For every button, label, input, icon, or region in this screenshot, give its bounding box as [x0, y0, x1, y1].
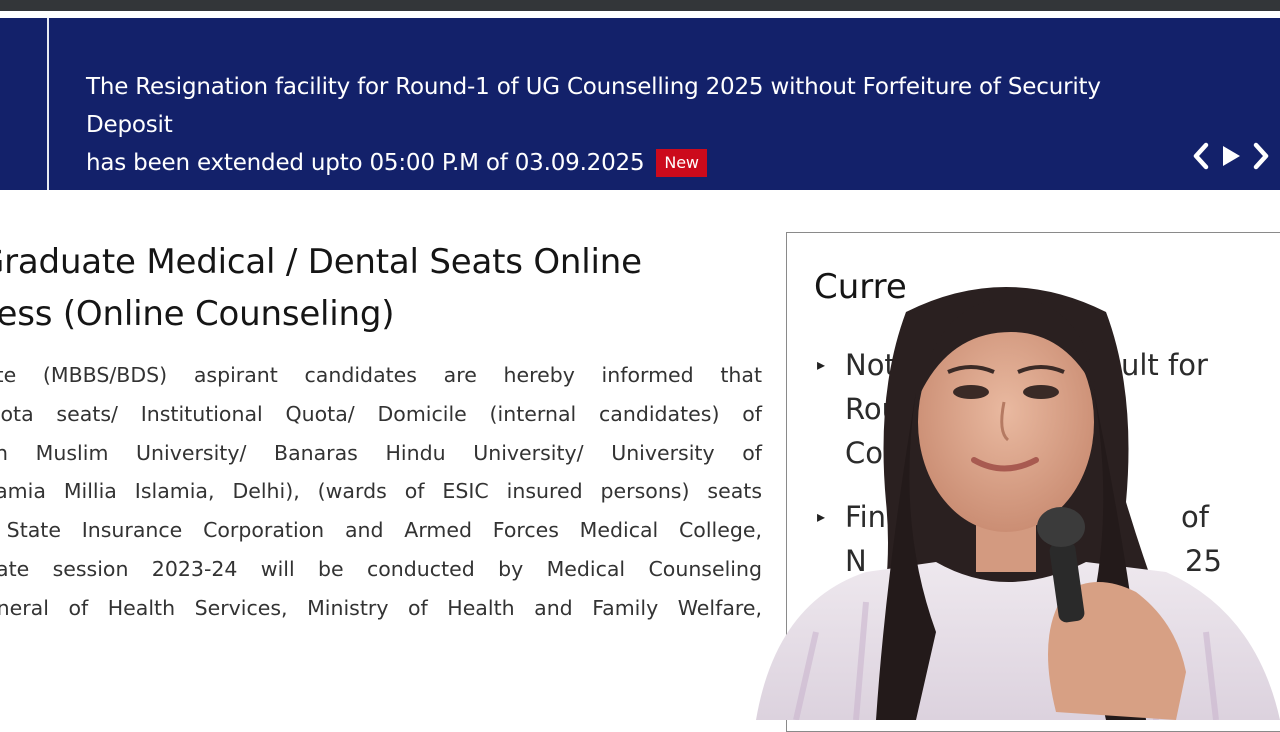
- bullet-icon: ▸: [817, 355, 826, 374]
- top-spacer: [0, 11, 1280, 18]
- page-title-line-1: Graduate Medical / Dental Seats Online: [0, 242, 642, 282]
- announcement-text[interactable]: The Resignation facility for Round-1 of …: [86, 68, 1176, 182]
- event-line-trail-2: 25: [1185, 544, 1222, 578]
- paragraph-line: oyee State Insurance Corporation and Arm…: [0, 518, 762, 543]
- play-icon[interactable]: [1218, 139, 1244, 173]
- paragraph-line: a Quota seats/ Institutional Quota/ Domi…: [0, 401, 762, 426]
- paragraph-line: graduate session 2023-24 will be conduct…: [0, 556, 762, 581]
- paragraph-line: e General of Health Services, Ministry o…: [0, 595, 762, 620]
- new-badge: New: [656, 149, 707, 177]
- chevron-right-icon[interactable]: [1248, 139, 1274, 173]
- paragraph-line: raduate (MBBS/BDS) aspirant candidates a…: [0, 363, 762, 387]
- announcement-banner: The Resignation facility for Round-1 of …: [0, 18, 1280, 190]
- banner-divider: [47, 18, 49, 190]
- event-item[interactable]: ▸ Not Rou Cou ult for: [817, 343, 1265, 475]
- intro-paragraph: raduate (MBBS/BDS) aspirant candidates a…: [0, 356, 762, 628]
- current-events-title: Curre: [814, 267, 907, 307]
- announcement-line-2: has been extended upto 05:00 P.M of 03.0…: [86, 144, 1176, 182]
- page-title: Graduate Medical / Dental Seats Online c…: [0, 236, 718, 340]
- carousel-controls: [1188, 138, 1278, 174]
- event-line-trail: ult for: [1121, 348, 1208, 382]
- page-title-line-2: cess (Online Counseling): [0, 294, 395, 334]
- paragraph-line: Aligarh Muslim University/ Banaras Hindu…: [0, 440, 762, 465]
- browser-top-bar: [0, 0, 1280, 11]
- current-events-panel: Curre ▸ Not Rou Cou ult for ▸ Fina N of …: [786, 232, 1280, 732]
- chevron-left-icon[interactable]: [1188, 139, 1214, 173]
- bullet-icon: ▸: [817, 507, 826, 526]
- event-line: Cou: [845, 436, 902, 470]
- event-line-trail: of: [1181, 500, 1209, 534]
- announcement-line-2-text: has been extended upto 05:00 P.M of 03.0…: [86, 150, 645, 176]
- event-line: Rou: [845, 392, 900, 426]
- paragraph-line: try, Jamia Millia Islamia, Delhi), (ward…: [0, 479, 762, 504]
- announcement-line-1: The Resignation facility for Round-1 of …: [86, 74, 1101, 138]
- event-item[interactable]: ▸ Fina N of 25: [817, 495, 1265, 583]
